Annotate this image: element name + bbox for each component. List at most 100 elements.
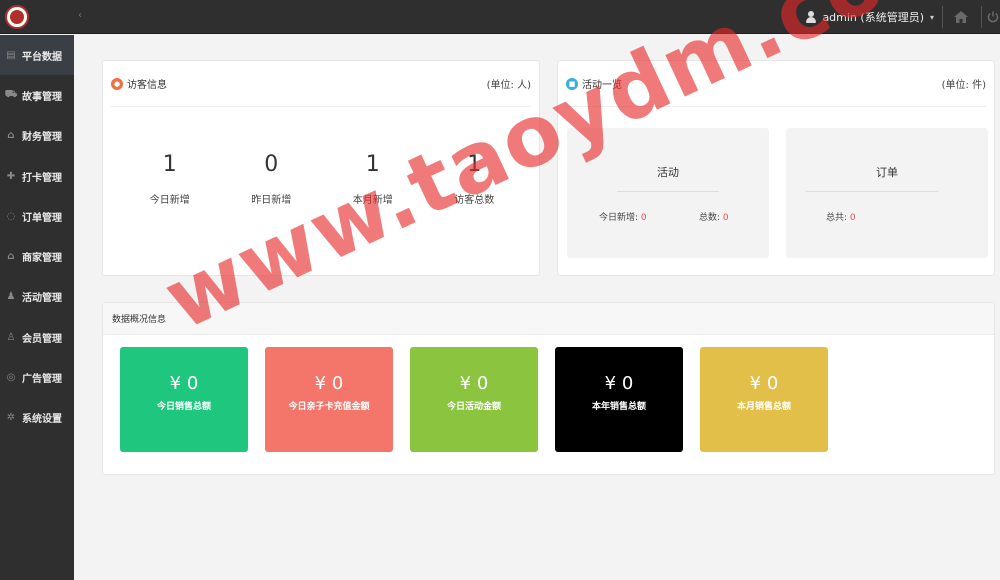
- sidebar-item-label: 打卡管理: [22, 172, 62, 184]
- total-stat: 总共: 0: [826, 210, 856, 223]
- activity-overview-panel: ■ 活动一览 (单位: 件) 活动 今日新增: 0 总数: 0 订单 总共: 0: [557, 60, 995, 276]
- stat-yesterday-new: 0 昨日新增: [221, 151, 323, 206]
- user-icon: ♙: [6, 331, 16, 343]
- power-icon: [987, 11, 999, 23]
- stat-value: 0: [722, 213, 729, 223]
- tile-value: ¥ 0: [459, 373, 489, 394]
- stat-value: 1: [162, 152, 177, 177]
- unit-label: (单位: 人): [486, 80, 531, 91]
- chevron-down-icon: ▾: [929, 12, 934, 22]
- tile-value: ¥ 0: [604, 373, 634, 394]
- home-button[interactable]: [950, 6, 972, 28]
- user-menu-label: admin (系统管理员): [822, 11, 924, 24]
- panel-title: 访客信息: [127, 80, 167, 91]
- unit-label: (单位: 件): [941, 80, 986, 91]
- bank-icon: ⌂: [7, 251, 15, 263]
- tile-year-sales: ¥ 0 本年销售总额: [555, 347, 683, 452]
- divider: [617, 191, 719, 192]
- user-icon: [806, 11, 817, 23]
- panel-title: 活动一览: [582, 80, 622, 91]
- order-card: 订单 总共: 0: [786, 128, 988, 258]
- tile-month-sales: ¥ 0 本月销售总额: [700, 347, 828, 452]
- tile-value: ¥ 0: [314, 373, 344, 394]
- gift-icon: ✚: [6, 170, 16, 182]
- stat-label: 本月新增: [352, 195, 393, 206]
- sidebar-item-ads[interactable]: ◎ 广告管理: [0, 357, 74, 397]
- tile-label: 本年销售总额: [591, 402, 646, 412]
- divider: [942, 6, 943, 28]
- visitor-stats: 1 今日新增 0 昨日新增 1 本月新增 1 访客总数: [119, 151, 525, 206]
- tile-today-sales: ¥ 0 今日销售总额: [120, 347, 248, 452]
- stat-label: 访客总数: [454, 195, 495, 206]
- stat-today-new: 1 今日新增: [119, 151, 221, 206]
- stat-total-visitors: 1 访客总数: [424, 151, 526, 206]
- sidebar-item-label: 订单管理: [22, 212, 62, 224]
- stat-label: 昨日新增: [251, 195, 292, 206]
- data-overview-panel: 数据概况信息 ¥ 0 今日销售总额 ¥ 0 今日亲子卡充值金额 ¥ 0 今日活动…: [102, 302, 995, 475]
- sidebar-item-checkin[interactable]: ✚ 打卡管理: [0, 156, 74, 196]
- lifebuoy-icon: ◎: [6, 372, 16, 384]
- stat-label: 今日新增:: [599, 213, 639, 223]
- tile-today-card-recharge: ¥ 0 今日亲子卡充值金额: [265, 347, 393, 452]
- user-group-icon: ●: [111, 77, 123, 90]
- panel-title: 数据概况信息: [112, 315, 167, 325]
- tile-label: 今日亲子卡充值金额: [288, 402, 370, 412]
- sidebar-item-label: 财务管理: [22, 132, 62, 144]
- home-icon: [954, 11, 968, 23]
- sidebar-toggle[interactable]: ‹: [78, 10, 82, 21]
- sidebar-item-label: 系统设置: [22, 414, 62, 426]
- stat-label: 今日新增: [149, 195, 190, 206]
- activity-card: 活动 今日新增: 0 总数: 0: [567, 128, 769, 258]
- today-new-stat: 今日新增: 0: [599, 210, 647, 223]
- tile-value: ¥ 0: [169, 373, 199, 394]
- divider: [806, 191, 938, 192]
- sidebar-item-platform-data[interactable]: ▤ 平台数据: [0, 35, 74, 76]
- sidebar-item-label: 活动管理: [22, 293, 62, 305]
- stat-value: 0: [264, 152, 279, 177]
- dashboard-icon: ▤: [6, 49, 16, 61]
- stat-value: 1: [365, 152, 380, 177]
- sidebar-item-story[interactable]: ⛟ 故事管理: [0, 75, 74, 115]
- sidebar-item-merchants[interactable]: ⌂ 商家管理: [0, 236, 74, 276]
- top-navbar: ‹ admin (系统管理员) ▾: [0, 0, 1000, 34]
- sidebar-item-label: 故事管理: [22, 91, 62, 103]
- cart-icon: ⛟: [4, 88, 18, 100]
- tile-value: ¥ 0: [749, 373, 779, 394]
- panel-header: ● 访客信息 (单位: 人): [111, 61, 531, 107]
- stat-label: 总数:: [699, 213, 721, 223]
- sidebar-item-label: 平台数据: [22, 51, 62, 63]
- sidebar-item-members[interactable]: ♙ 会员管理: [0, 317, 74, 357]
- sidebar-item-finance[interactable]: ⌂ 财务管理: [0, 116, 74, 156]
- panel-header: ■ 活动一览 (单位: 件): [566, 61, 986, 107]
- visitor-info-panel: ● 访客信息 (单位: 人) 1 今日新增 0 昨日新增 1 本月新增 1 访客…: [102, 60, 540, 276]
- stat-value: 1: [467, 152, 482, 177]
- user-menu[interactable]: admin (系统管理员) ▾: [806, 0, 934, 34]
- sidebar-item-orders[interactable]: ◌ 订单管理: [0, 196, 74, 236]
- bank-icon: ⌂: [7, 130, 15, 142]
- tile-today-activity-amount: ¥ 0 今日活动金额: [410, 347, 538, 452]
- total-stat: 总数: 0: [699, 210, 729, 223]
- tile-label: 本月销售总额: [736, 402, 791, 412]
- sidebar: ▤ 平台数据 ⛟ 故事管理 ⌂ 财务管理 ✚ 打卡管理 ◌ 订单管理 ⌂ 商家管…: [0, 35, 74, 580]
- sidebar-item-label: 商家管理: [22, 253, 62, 265]
- sidebar-item-label: 广告管理: [22, 374, 62, 386]
- card-title: 活动: [657, 166, 679, 179]
- calendar-icon: ■: [566, 77, 578, 90]
- comment-icon: ◌: [6, 210, 16, 222]
- tile-label: 今日活动金额: [446, 402, 501, 412]
- logout-button[interactable]: [986, 6, 1000, 28]
- stat-value: 0: [640, 213, 647, 223]
- stat-label: 总共:: [826, 213, 848, 223]
- bell-icon: ♟: [6, 291, 16, 303]
- stat-month-new: 1 本月新增: [322, 151, 424, 206]
- sidebar-item-settings[interactable]: ✲ 系统设置: [0, 398, 74, 438]
- card-title: 订单: [876, 166, 898, 179]
- app-logo[interactable]: [5, 5, 29, 29]
- sidebar-item-activities[interactable]: ♟ 活动管理: [0, 277, 74, 317]
- divider: [981, 6, 982, 28]
- tile-label: 今日销售总额: [156, 402, 211, 412]
- panel-header: 数据概况信息: [103, 303, 994, 335]
- stat-value: 0: [849, 213, 856, 223]
- sidebar-item-label: 会员管理: [22, 333, 62, 345]
- gear-icon: ✲: [6, 412, 16, 424]
